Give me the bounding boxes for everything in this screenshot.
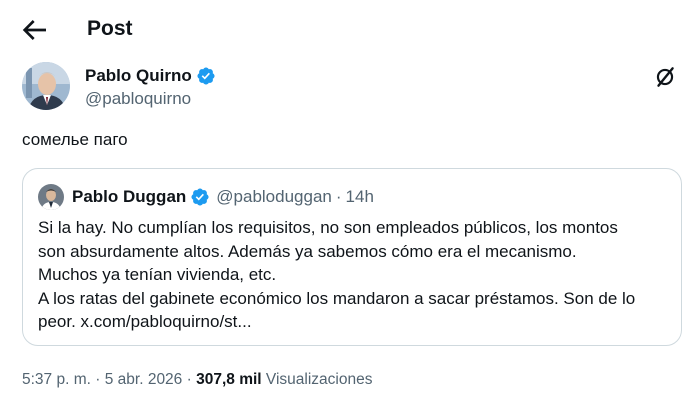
post-date[interactable]: 5 abr. 2026 bbox=[105, 371, 183, 388]
quoted-text-line: A los ratas del gabinete económico los m… bbox=[38, 288, 636, 308]
quoted-post-time[interactable]: 14h bbox=[346, 187, 374, 207]
avatar-image bbox=[22, 62, 70, 110]
verified-badge-icon bbox=[197, 67, 215, 85]
back-arrow-icon[interactable] bbox=[18, 14, 50, 46]
quoted-author-name: Pablo Duggan bbox=[72, 187, 187, 206]
page-title: Post bbox=[87, 17, 133, 40]
separator-dot: · bbox=[95, 371, 101, 388]
quoted-avatar bbox=[38, 184, 64, 210]
author-name[interactable]: Pablo Quirno bbox=[85, 66, 192, 86]
views-count: 307,8 mil bbox=[196, 371, 262, 388]
post-metadata: 5:37 p. m. · 5 abr. 2026 · 307,8 mil Vis… bbox=[22, 370, 372, 390]
grok-icon[interactable] bbox=[652, 64, 678, 90]
post-time[interactable]: 5:37 p. m. bbox=[22, 371, 91, 388]
avatar[interactable] bbox=[22, 62, 70, 110]
quoted-post-card[interactable]: Pablo Duggan @pabloduggan · 14h Si la ha… bbox=[22, 168, 682, 346]
quoted-text-line: peor. x.com/pabloquirno/st... bbox=[38, 312, 252, 331]
verified-badge-icon bbox=[191, 188, 209, 206]
quoted-text-line: Si la hay. No cumplían los requisitos, n… bbox=[38, 218, 618, 237]
quoted-post-header: Pablo Duggan @pabloduggan · 14h bbox=[38, 184, 374, 210]
quoted-author-handle: @pabloduggan bbox=[216, 187, 332, 206]
author-name-row: Pablo Quirno bbox=[85, 66, 216, 86]
quoted-post-text: Si la hay. No cumplían los requisitos, n… bbox=[38, 216, 678, 334]
header: Post bbox=[0, 0, 700, 58]
separator-dot: · bbox=[186, 371, 192, 388]
author-handle[interactable]: @pabloquirno bbox=[85, 89, 191, 109]
post-text: сомелье паго bbox=[22, 130, 128, 149]
quoted-text-line: son absurdamente altos. Además ya sabemo… bbox=[38, 241, 577, 261]
quoted-text-line: Muchos ya tenían vivienda, etc. bbox=[38, 265, 277, 284]
views-label: Visualizaciones bbox=[265, 371, 373, 388]
separator-dot: · bbox=[335, 187, 342, 206]
post-author: Pablo Quirno @pabloquirno bbox=[22, 62, 682, 112]
